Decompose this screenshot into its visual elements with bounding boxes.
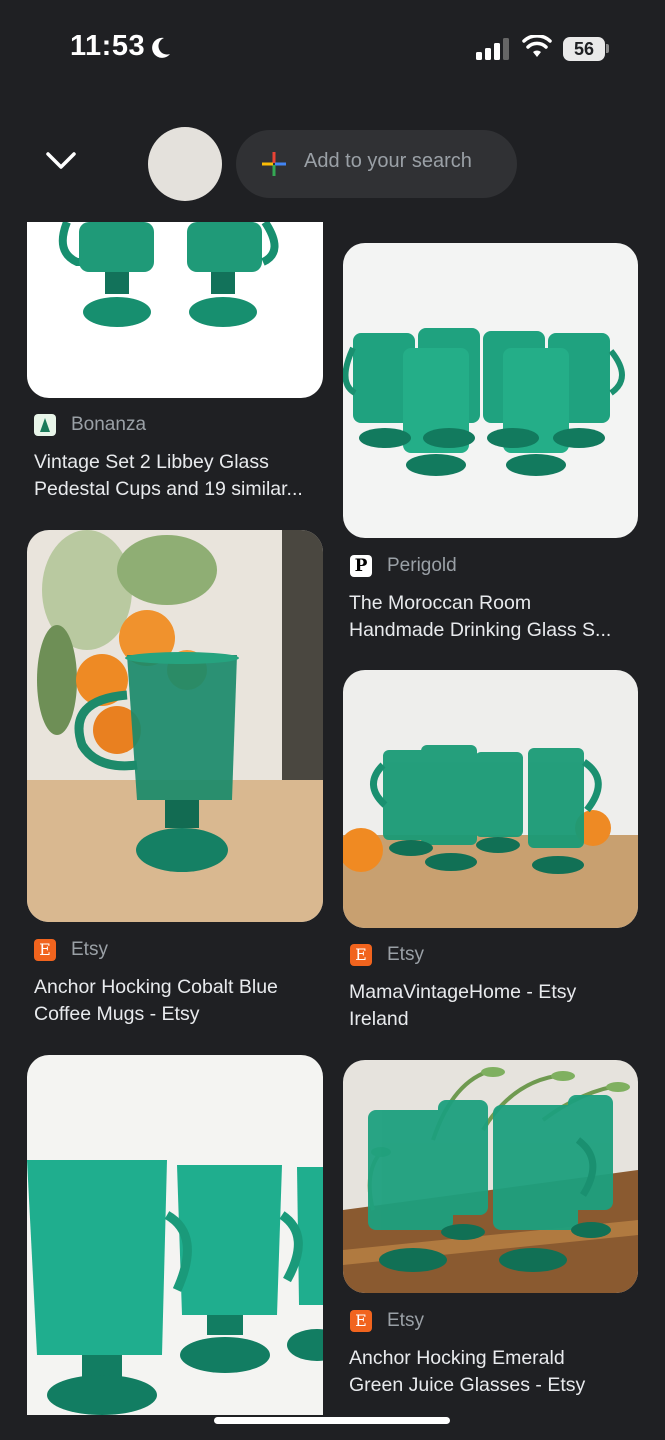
cellular-signal-icon	[476, 38, 509, 60]
result-title[interactable]: The Moroccan Room Handmade Drinking Glas…	[349, 590, 644, 644]
status-bar: 11:53 56	[0, 0, 665, 100]
title-line: Vintage Set 2 Libbey Glass	[34, 451, 269, 473]
title-line: Anchor Hocking Cobalt Blue	[34, 976, 278, 998]
result-title[interactable]: Anchor Hocking Emerald Green Juice Glass…	[349, 1345, 644, 1399]
result-image-1[interactable]	[27, 222, 323, 398]
perigold-icon: P	[350, 555, 372, 577]
result-source[interactable]: Etsy	[387, 1310, 424, 1332]
result-source[interactable]: Etsy	[387, 944, 424, 966]
result-title[interactable]: Vintage Set 2 Libbey Glass Pedestal Cups…	[34, 449, 324, 503]
moon-icon	[152, 37, 170, 58]
title-line: Anchor Hocking Emerald	[349, 1347, 565, 1369]
title-line: The Moroccan Room	[349, 592, 532, 614]
etsy-letter: E	[355, 945, 367, 964]
bonanza-icon	[34, 414, 56, 436]
title-line: MamaVintageHome - Etsy	[349, 981, 577, 1003]
title-line: Handmade Drinking Glass S...	[349, 619, 612, 641]
etsy-icon: E	[350, 944, 372, 966]
chevron-down-icon[interactable]	[44, 145, 78, 175]
search-placeholder: Add to your search	[304, 150, 472, 172]
query-image-thumbnail[interactable]	[148, 127, 222, 201]
home-indicator[interactable]	[214, 1417, 450, 1424]
result-source[interactable]: Etsy	[71, 939, 108, 961]
etsy-icon: E	[350, 1310, 372, 1332]
etsy-letter: E	[39, 940, 51, 959]
result-image-3[interactable]	[27, 530, 323, 922]
title-line: Coffee Mugs - Etsy	[34, 1003, 200, 1025]
plus-icon	[262, 152, 286, 176]
status-time: 11:53	[70, 30, 146, 62]
battery-tip	[606, 44, 609, 53]
etsy-icon: E	[34, 939, 56, 961]
result-image-6[interactable]	[343, 1060, 638, 1293]
result-title[interactable]: Anchor Hocking Cobalt Blue Coffee Mugs -…	[34, 974, 324, 1028]
result-source[interactable]: Perigold	[387, 555, 457, 577]
wifi-icon	[522, 35, 552, 57]
perigold-letter: P	[354, 556, 368, 576]
battery-level: 56	[573, 39, 595, 59]
etsy-letter: E	[355, 1311, 367, 1330]
result-source[interactable]: Bonanza	[71, 414, 146, 436]
title-line: Pedestal Cups and 19 similar...	[34, 478, 303, 500]
result-image-2[interactable]	[343, 243, 638, 538]
title-line: Ireland	[349, 1008, 409, 1030]
result-title[interactable]: MamaVintageHome - Etsy Ireland	[349, 979, 644, 1033]
title-line: Green Juice Glasses - Etsy	[349, 1374, 586, 1396]
add-to-search-button[interactable]: Add to your search	[236, 130, 517, 198]
result-image-5[interactable]	[27, 1055, 323, 1415]
result-image-4[interactable]	[343, 670, 638, 928]
battery-icon: 56	[563, 37, 605, 61]
